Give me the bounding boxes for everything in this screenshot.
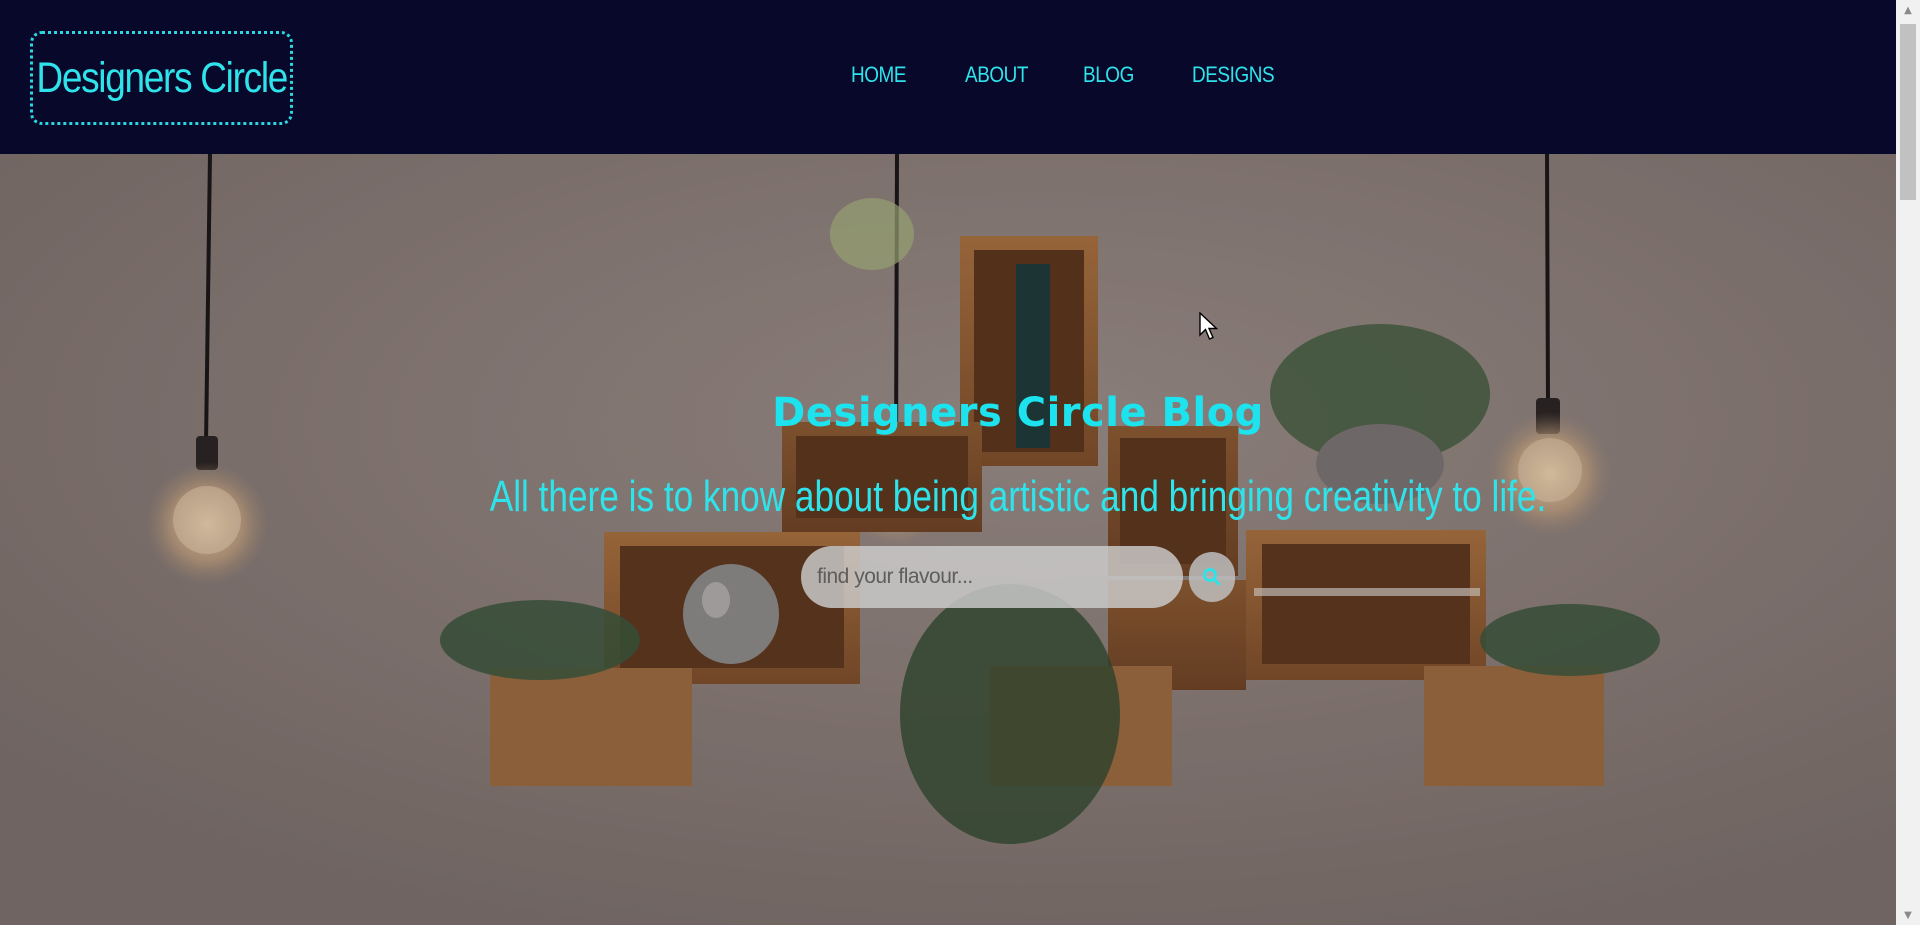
search-input[interactable] xyxy=(801,546,1183,608)
hero-section: Designers Circle Blog All there is to kn… xyxy=(0,154,1896,925)
mouse-cursor-icon xyxy=(1199,312,1219,340)
vertical-scrollbar[interactable]: ▲ ▼ xyxy=(1896,0,1920,925)
search-icon xyxy=(1203,568,1221,586)
page: Designers Circle HOME ABOUT BLOG DESIGNS xyxy=(0,0,1920,925)
nav-link-home[interactable]: HOME xyxy=(851,62,906,88)
scroll-up-arrow-icon[interactable]: ▲ xyxy=(1896,0,1920,20)
hero-overlay xyxy=(0,154,1896,925)
search-bar xyxy=(801,546,1235,608)
scroll-thumb[interactable] xyxy=(1900,24,1916,200)
logo-text: Designers Circle xyxy=(36,53,288,102)
logo[interactable]: Designers Circle xyxy=(30,31,293,125)
nav-link-about[interactable]: ABOUT xyxy=(965,62,1028,88)
nav-link-designs[interactable]: DESIGNS xyxy=(1192,62,1275,88)
nav-link-blog[interactable]: BLOG xyxy=(1083,62,1134,88)
hero-subtitle: All there is to know about being artisti… xyxy=(489,472,1547,521)
search-button[interactable] xyxy=(1189,552,1235,602)
hero-title: Designers Circle Blog xyxy=(772,390,1264,436)
scroll-down-arrow-icon[interactable]: ▼ xyxy=(1896,905,1920,925)
navbar: Designers Circle HOME ABOUT BLOG DESIGNS xyxy=(0,0,1896,154)
